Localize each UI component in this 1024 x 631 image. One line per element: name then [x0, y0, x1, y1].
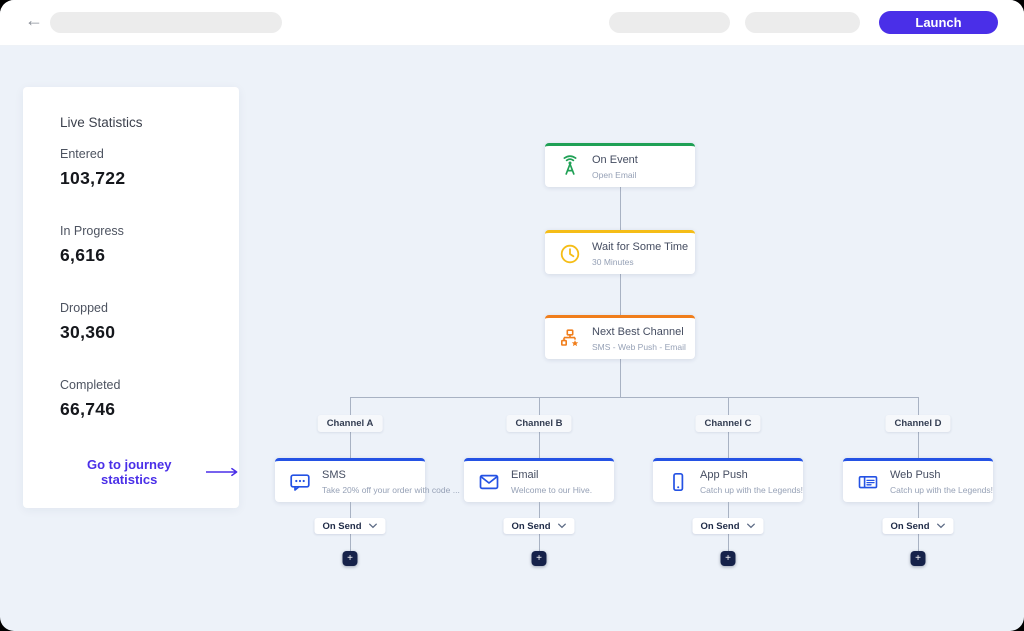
node-on-event[interactable]: On Event Open Email — [545, 143, 695, 187]
node-app-push[interactable]: App Push Catch up with the Legends! — [653, 458, 803, 502]
node-web-push[interactable]: Web Push Catch up with the Legends! — [843, 458, 993, 502]
branch-label-channel-b: Channel B — [506, 415, 572, 432]
node-next-best-channel[interactable]: Next Best Channel SMS - Web Push - Email — [545, 315, 695, 359]
add-node-button[interactable]: + — [910, 551, 926, 566]
chevron-down-icon — [558, 523, 566, 529]
on-send-dropdown[interactable]: On Send — [692, 518, 764, 534]
clock-icon — [560, 244, 580, 263]
node-subtitle: Open Email — [592, 169, 637, 180]
connector-line — [619, 187, 621, 230]
branch-label-channel-d: Channel D — [885, 415, 951, 432]
broadcast-icon — [563, 154, 577, 175]
stat-completed-value: 66,746 — [60, 399, 116, 419]
node-title: Email — [511, 468, 539, 481]
node-wait-for-some-time[interactable]: Wait for Some Time 30 Minutes — [545, 230, 695, 274]
node-title: Next Best Channel — [592, 325, 684, 338]
stats-title: Live Statistics — [60, 115, 143, 130]
stat-dropped: Dropped 30,360 — [60, 301, 116, 342]
node-title: SMS — [322, 468, 346, 481]
node-title: Wait for Some Time — [592, 240, 689, 253]
app-push-icon — [673, 472, 684, 491]
toolbar-placeholder-1[interactable] — [609, 12, 730, 33]
node-subtitle: Catch up with the Legends! — [700, 484, 804, 495]
stat-entered: Entered 103,722 — [60, 147, 126, 188]
node-title: Web Push — [890, 468, 941, 481]
web-push-icon — [858, 475, 878, 488]
on-send-dropdown[interactable]: On Send — [882, 518, 954, 534]
launch-button[interactable]: Launch — [879, 11, 998, 34]
node-sms[interactable]: SMS Take 20% off your order with code ..… — [275, 458, 460, 502]
stat-in-progress-value: 6,616 — [60, 245, 106, 265]
node-subtitle: Catch up with the Legends! — [890, 484, 994, 495]
stat-dropped-value: 30,360 — [60, 322, 116, 342]
live-statistics-panel: Live Statistics Entered 103,722 In Progr… — [23, 87, 239, 508]
sms-icon — [290, 473, 310, 491]
node-subtitle: 30 Minutes — [592, 256, 634, 267]
toolbar-placeholder-2[interactable] — [745, 12, 860, 33]
on-send-dropdown[interactable]: On Send — [503, 518, 575, 534]
node-title: On Event — [592, 153, 638, 166]
connector-line — [619, 359, 621, 397]
journey-builder-app: ← Launch Live Statistics Entered 103,722… — [0, 0, 1024, 631]
chevron-down-icon — [937, 523, 945, 529]
node-subtitle: Take 20% off your order with code ... — [322, 484, 460, 495]
branch-label-channel-a: Channel A — [317, 415, 383, 432]
add-node-button[interactable]: + — [720, 551, 736, 566]
add-node-button[interactable]: + — [342, 551, 358, 566]
branch-label-channel-c: Channel C — [695, 415, 761, 432]
stat-completed: Completed 66,746 — [60, 378, 121, 419]
add-node-button[interactable]: + — [531, 551, 547, 566]
node-title: App Push — [700, 468, 748, 481]
connector-line — [619, 274, 621, 315]
flow-canvas: Live Statistics Entered 103,722 In Progr… — [0, 45, 1024, 631]
node-email[interactable]: Email Welcome to our Hive. — [464, 458, 614, 502]
topbar: ← Launch — [0, 0, 1024, 46]
connector-line — [349, 397, 918, 398]
go-to-journey-statistics-link[interactable]: Go to journey statistics — [60, 457, 239, 487]
on-send-dropdown[interactable]: On Send — [314, 518, 386, 534]
stat-in-progress: In Progress 6,616 — [60, 224, 124, 265]
chevron-down-icon — [747, 523, 755, 529]
chevron-down-icon — [369, 523, 377, 529]
back-button[interactable]: ← — [23, 9, 45, 31]
stat-entered-value: 103,722 — [60, 168, 126, 188]
hierarchy-star-icon — [560, 328, 579, 346]
journey-title-placeholder[interactable] — [50, 12, 282, 33]
node-subtitle: Welcome to our Hive. — [511, 484, 593, 495]
email-icon — [479, 474, 499, 489]
long-arrow-right-icon — [206, 467, 238, 477]
node-subtitle: SMS - Web Push - Email — [592, 341, 686, 352]
